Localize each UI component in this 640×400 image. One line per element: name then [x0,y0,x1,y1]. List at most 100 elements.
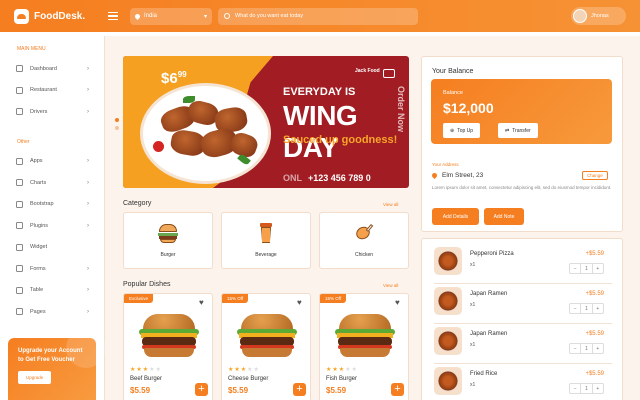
search-icon [224,13,230,19]
order-name: Fried Rice [470,371,498,377]
plus-button[interactable]: + [593,264,603,273]
order-item[interactable]: Japan Ramen x1 +$5.59 −1 + [434,327,616,361]
chevron-right-icon: › [87,265,89,272]
sidebar-item-dashboard[interactable]: Dashboard › [0,58,104,80]
add-details-button[interactable]: Add Details [432,208,479,225]
popular-view-all-link[interactable]: View all [383,283,398,288]
banner-price-cents: 99 [177,70,187,79]
plugins-icon [16,222,23,230]
order-quantity-label: x1 [470,342,476,348]
category-beverage[interactable]: Beverage [221,212,311,269]
minus-button[interactable]: − [570,304,582,313]
sidebar-section-main: MAIN MENU [17,46,46,52]
tomato-image [153,141,164,152]
carousel-dots[interactable] [115,118,119,134]
cheese-burger-image [237,314,297,359]
banner-price: $699 [161,70,187,87]
apps-icon [16,157,23,165]
sidebar-item-forms[interactable]: Forms › [0,258,104,280]
menu-toggle-icon[interactable] [108,12,118,20]
add-note-button[interactable]: Add Note [484,208,524,225]
sidebar-item-bootstrap[interactable]: Bootstrap › [0,194,104,216]
fish-burger-image [335,314,395,359]
banner-phone: +123 456 789 0 [308,173,371,183]
order-quantity-label: x1 [470,302,476,308]
wings-plate-image [143,86,268,181]
category-chicken[interactable]: Chicken [319,212,409,269]
dish-tag: Exclusive [124,294,154,303]
sidebar-item-label: Drivers [30,108,48,115]
heart-icon[interactable]: ♥ [297,299,305,307]
dish-card[interactable]: 15% Off ♥ ★★★★★ Fish Burger $5.59 + [319,293,409,400]
top-up-button[interactable]: ⊕ Top Up [443,123,481,138]
promo-banner[interactable]: $699 Jack Food EVERYDAY IS WING DAY Sauc… [123,56,409,188]
add-to-cart-button[interactable]: + [293,383,306,396]
banner-side-text: Order Now [396,86,406,133]
category-view-all-link[interactable]: View all [383,202,398,207]
add-to-cart-button[interactable]: + [391,383,404,396]
carousel-dot-active[interactable] [115,118,119,122]
quantity-value: 1 [581,264,593,273]
chevron-right-icon: › [87,87,89,94]
user-menu[interactable]: Jhonas [571,7,626,25]
dish-price: $5.59 [130,386,151,395]
sidebar: MAIN MENU Dashboard › Restaurant › Drivers… [0,36,106,400]
upgrade-button[interactable]: Upgrade [18,371,52,384]
plus-button[interactable]: + [593,384,603,393]
plus-button[interactable]: + [593,304,603,313]
order-item[interactable]: Fried Rice x1 +$5.59 −1 + [434,367,616,400]
carousel-dot[interactable] [115,126,119,130]
category-title: Category [123,200,152,207]
app-logo[interactable]: FoodDesk. [14,8,94,24]
order-item[interactable]: Japan Ramen x1 +$5.59 −1 + [434,287,616,321]
dish-name: Beef Burger [130,376,163,382]
add-to-cart-button[interactable]: + [195,383,208,396]
sidebar-item-label: Table [30,287,44,294]
heart-icon[interactable]: ♥ [199,299,207,307]
sidebar-item-table[interactable]: Table › [0,280,104,302]
plus-button[interactable]: + [593,344,603,353]
order-name: Pepperoni Pizza [470,251,514,257]
minus-button[interactable]: − [570,384,582,393]
dish-card[interactable]: Exclusive ♥ ★★★★★ Beef Burger $5.59 + [123,293,213,400]
divider [434,283,612,284]
sidebar-item-apps[interactable]: Apps › [0,151,104,173]
quantity-value: 1 [581,304,593,313]
minus-button[interactable]: − [570,264,582,273]
sidebar-item-pages[interactable]: Pages › [0,301,104,323]
quantity-stepper[interactable]: −1 + [569,383,604,394]
dish-card[interactable]: 15% Off ♥ ★★★★★ Cheese Burger $5.59 + [221,293,311,400]
pages-icon [16,308,23,316]
search-placeholder: What do you want eat today [235,13,304,19]
search-input[interactable]: What do you want eat today [218,7,418,25]
avatar [573,9,587,23]
order-item[interactable]: Pepperoni Pizza x1 +$5.59 −1 + [434,247,616,281]
user-name: Jhonas [591,13,609,19]
address-description: Lorem ipsum dolor sit amet, consectetur … [432,185,612,190]
drivers-icon [16,108,23,116]
change-address-button[interactable]: Change [582,171,608,180]
minus-button[interactable]: − [570,344,582,353]
quantity-stepper[interactable]: −1 + [569,303,604,314]
sidebar-item-plugins[interactable]: Plugins › [0,215,104,237]
sidebar-item-drivers[interactable]: Drivers › [0,101,104,123]
location-select[interactable]: India ▾ [130,7,212,25]
sidebar-section-other: Other [17,138,30,145]
quantity-stepper[interactable]: −1 + [569,343,604,354]
order-price: +$5.59 [585,291,604,297]
transfer-button[interactable]: ⇄ Transfer [498,123,538,138]
quantity-stepper[interactable]: −1 + [569,263,604,274]
chevron-right-icon: › [87,179,89,186]
category-burger[interactable]: Burger [123,212,213,269]
sidebar-item-widget[interactable]: Widget [0,237,104,259]
address-value: Elm Street, 23 [442,172,484,179]
popular-dishes-title: Popular Dishes [123,281,171,288]
quantity-value: 1 [581,384,593,393]
sidebar-item-restaurant[interactable]: Restaurant › [0,80,104,102]
location-value: India [144,13,158,19]
top-up-label: Top Up [457,127,474,134]
heart-icon[interactable]: ♥ [395,299,403,307]
beverage-icon [256,223,276,243]
beef-burger-image [139,314,199,359]
sidebar-item-charts[interactable]: Charts › [0,172,104,194]
